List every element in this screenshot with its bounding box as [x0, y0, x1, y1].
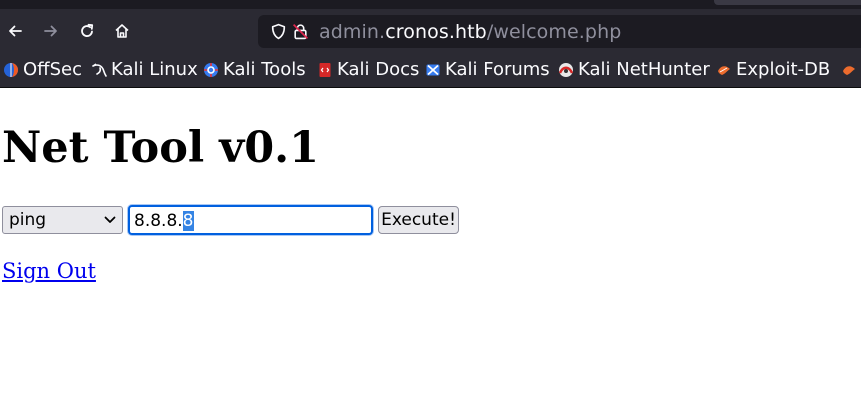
bookmark-offsec[interactable]: OffSec [3, 59, 82, 81]
tab-strip [0, 0, 861, 9]
command-select-value: ping [9, 210, 47, 230]
offsec-icon [4, 63, 18, 77]
bookmarks-toolbar: OffSec Kali Linux Kali Tools Kali Docs K… [0, 54, 861, 88]
bookmark-label: Kali Forums [445, 59, 550, 80]
bookmark-label: Kali Docs [337, 59, 420, 80]
chevron-down-icon [104, 216, 116, 223]
kali-docs-icon [319, 63, 331, 77]
back-arrow-icon [9, 25, 22, 37]
active-tab-edge[interactable] [714, 0, 861, 5]
insecure-lock-icon[interactable] [292, 23, 309, 40]
nethunter-icon [558, 63, 574, 77]
bookmark-exploit-db[interactable]: Exploit-DB [716, 59, 830, 81]
home-icon [115, 24, 129, 38]
bookmark-label: Exploit-DB [736, 59, 831, 80]
bookmark-label: Kali NetHunter [578, 59, 710, 80]
url-bar[interactable]: admin.cronos.htb/welcome.php [258, 15, 861, 48]
page-title: Net Tool v0.1 [2, 123, 320, 173]
reload-button[interactable] [75, 19, 99, 43]
url-subdomain: admin. [319, 21, 386, 43]
command-select[interactable]: ping [2, 206, 123, 234]
url-host: cronos.htb [385, 21, 487, 43]
bookmark-kali-linux[interactable]: Kali Linux [91, 59, 198, 81]
shield-icon[interactable] [270, 23, 287, 40]
kali-tools-icon [204, 63, 218, 77]
back-button[interactable] [3, 19, 27, 43]
exploit-db-icon [718, 66, 730, 75]
forward-button[interactable] [39, 19, 63, 43]
kali-dragon-icon [92, 63, 107, 77]
host-input-selected-text: 8 [182, 211, 194, 231]
bookmark-label: OffSec [23, 59, 82, 80]
reload-icon [81, 23, 94, 37]
navigation-toolbar: admin.cronos.htb/welcome.php [0, 9, 861, 54]
bookmark-overflow[interactable] [841, 59, 857, 81]
host-input-value: 8.8.8.8 [134, 211, 194, 231]
forward-arrow-icon [44, 25, 57, 37]
execute-button[interactable]: Execute! [378, 206, 459, 234]
url-text[interactable]: admin.cronos.htb/welcome.php [319, 21, 621, 43]
kali-forums-icon [426, 64, 440, 76]
bookmark-kali-forums[interactable]: Kali Forums [425, 59, 550, 81]
sign-out-link[interactable]: Sign Out [2, 257, 96, 285]
url-path: /welcome.php [486, 21, 622, 43]
host-input-text: 8.8.8. [134, 211, 183, 231]
bookmark-label: Kali Linux [111, 59, 198, 80]
home-button[interactable] [110, 19, 134, 43]
bookmark-overflow-icon [843, 66, 855, 75]
bookmark-kali-tools[interactable]: Kali Tools [203, 59, 306, 81]
host-input[interactable]: 8.8.8.8 [128, 205, 373, 235]
bookmark-label: Kali Tools [223, 59, 306, 80]
bookmark-kali-nethunter[interactable]: Kali NetHunter [558, 59, 710, 81]
bookmark-kali-docs[interactable]: Kali Docs [317, 59, 419, 81]
